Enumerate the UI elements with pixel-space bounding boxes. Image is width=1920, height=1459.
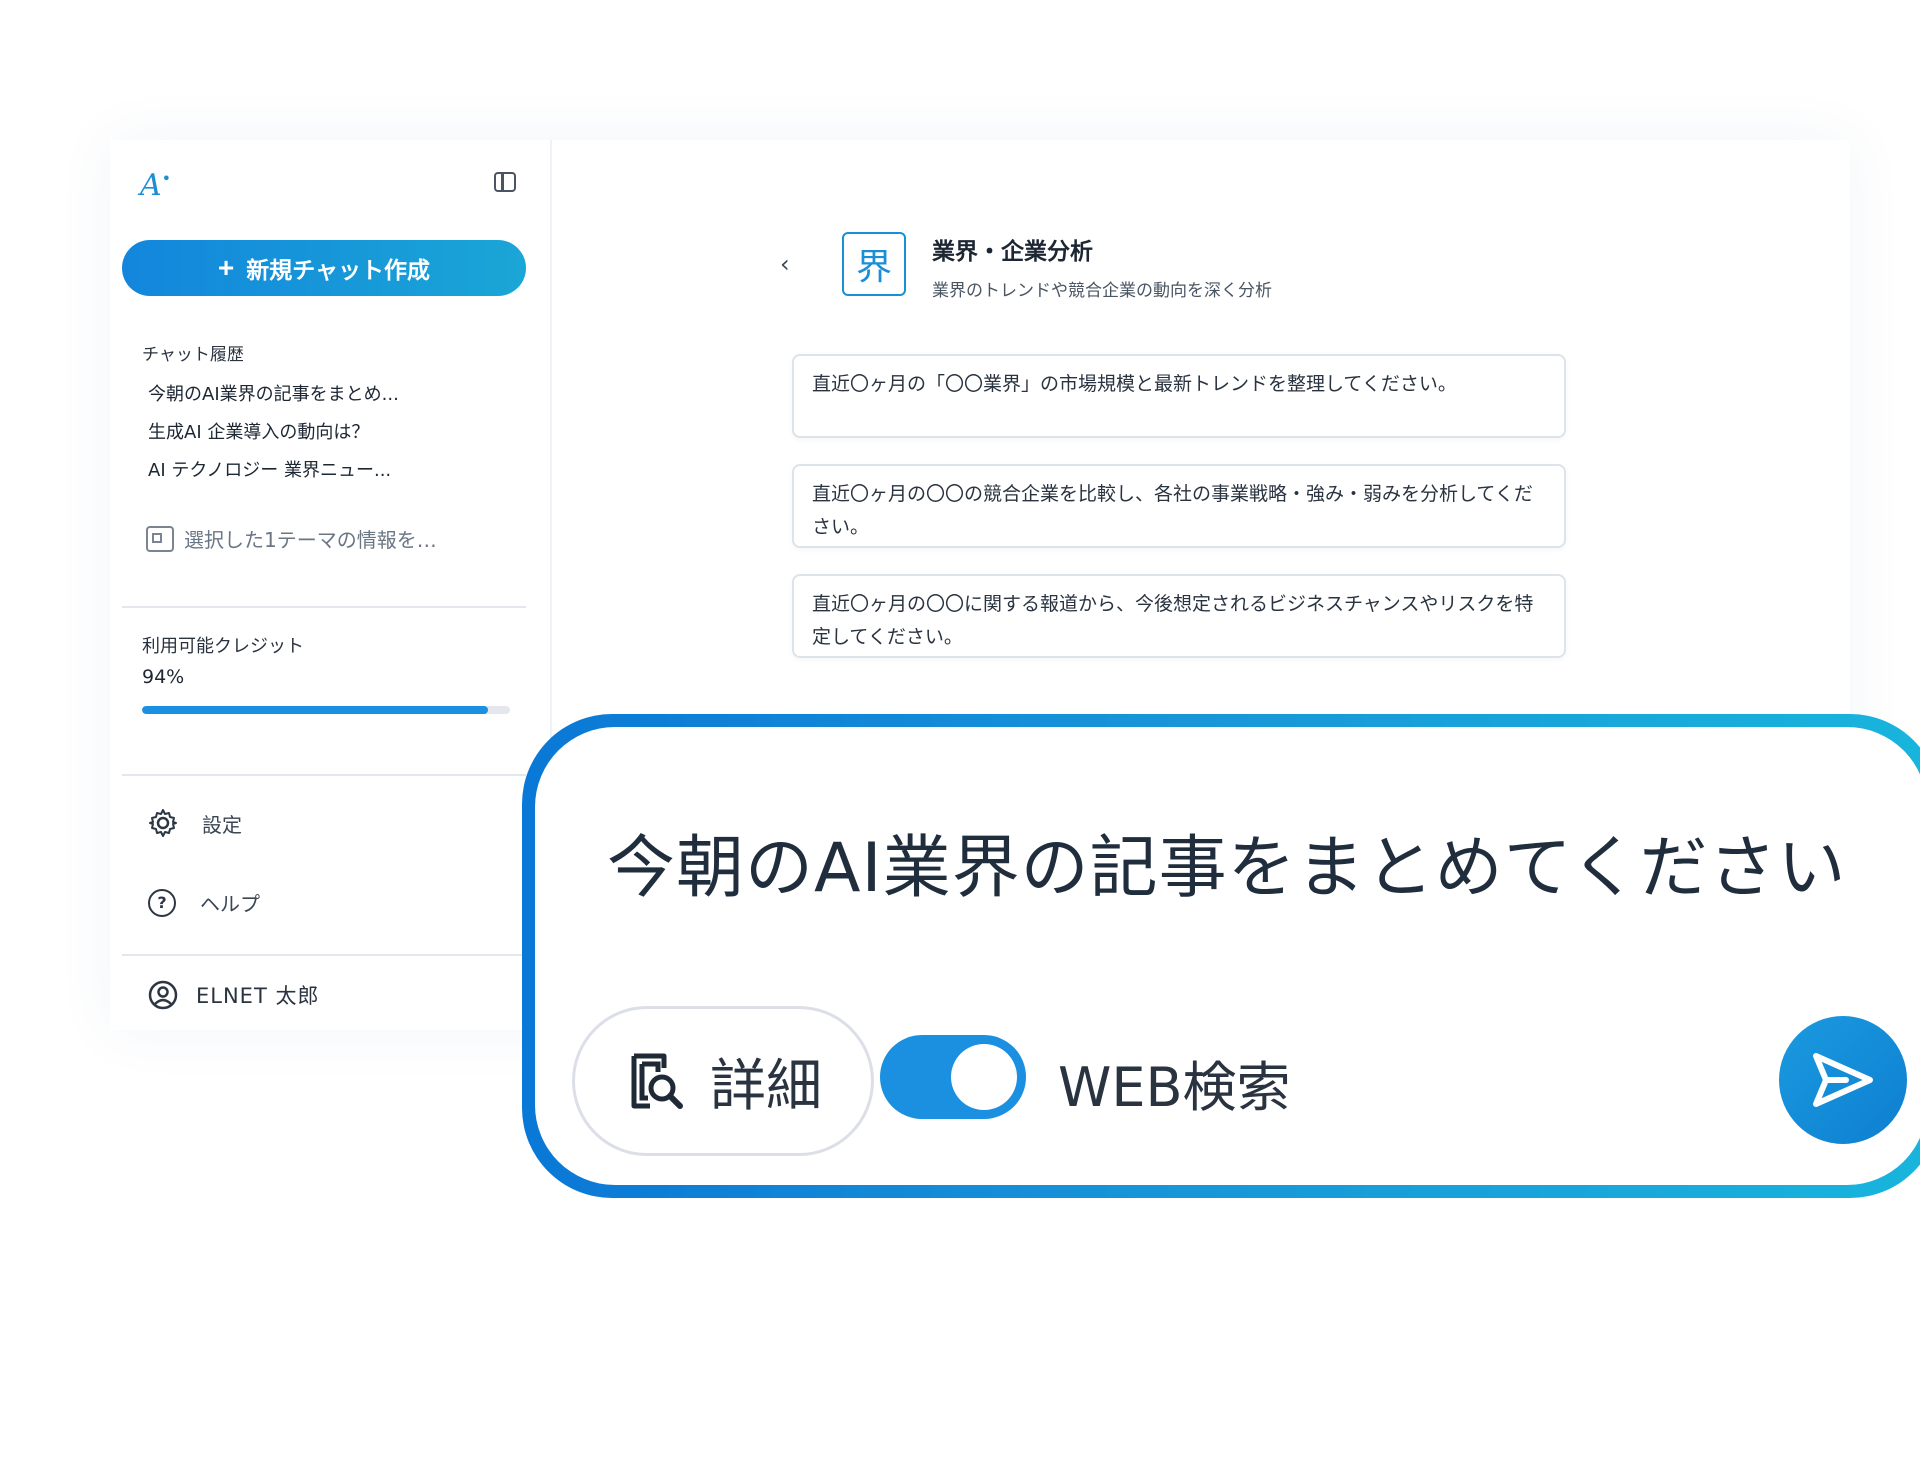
plus-icon: + xyxy=(217,252,235,283)
back-chevron-icon[interactable]: ‹ xyxy=(780,250,790,278)
sidebar-toggle-icon[interactable] xyxy=(494,172,516,192)
detail-label: 詳細 xyxy=(710,1053,822,1119)
history-item[interactable]: 今朝のAI業界の記事をまとめ... xyxy=(148,380,399,406)
settings-label: 設定 xyxy=(202,812,242,837)
user-name: ELNET 太郎 xyxy=(196,984,320,1008)
divider xyxy=(122,606,526,608)
chat-input-box: 今朝のAI業界の記事をまとめてください 詳細 WEB検索 xyxy=(522,714,1920,1198)
report-icon xyxy=(146,525,174,552)
web-search-toggle[interactable] xyxy=(880,1035,1026,1119)
user-avatar-icon xyxy=(148,980,178,1010)
divider xyxy=(122,954,526,956)
document-search-icon xyxy=(631,1053,683,1109)
new-chat-label: 新規チャット作成 xyxy=(246,257,431,283)
settings-menu-item[interactable]: 設定 xyxy=(148,808,242,838)
prompt-suggestion[interactable]: 直近〇ヶ月の〇〇の競合企業を比較し、各社の事業戦略・強み・弱みを分析してください… xyxy=(792,464,1566,548)
gear-icon xyxy=(149,809,177,837)
credit-label: 利用可能クレジット xyxy=(142,636,304,657)
detail-button[interactable]: 詳細 xyxy=(572,1006,874,1156)
category-icon: 界 xyxy=(842,232,906,296)
category-title: 業界・企業分析 xyxy=(932,239,1093,265)
web-search-label: WEB検索 xyxy=(1058,1056,1291,1119)
prompt-suggestion[interactable]: 直近〇ヶ月の〇〇に関する報道から、今後想定されるビジネスチャンスやリスクを特定し… xyxy=(792,574,1566,658)
new-chat-button[interactable]: + 新規チャット作成 xyxy=(122,240,526,296)
history-item[interactable]: 生成AI 企業導入の動向は？ xyxy=(148,418,369,444)
help-menu-item[interactable]: ? ヘルプ xyxy=(148,888,260,917)
theme-item-label: 選択した1テーマの情報を… xyxy=(184,528,437,552)
help-icon: ? xyxy=(148,888,176,917)
chat-input-field[interactable]: 今朝のAI業界の記事をまとめてください xyxy=(607,812,1847,911)
chat-history-title: チャット履歴 xyxy=(142,345,244,365)
history-item[interactable]: AI テクノロジー 業界ニュー... xyxy=(148,456,391,482)
send-arrow-icon xyxy=(1813,1053,1873,1107)
help-label: ヘルプ xyxy=(200,892,260,916)
user-menu[interactable]: ELNET 太郎 xyxy=(148,980,319,1010)
prompt-suggestion[interactable]: 直近〇ヶ月の「〇〇業界」の市場規模と最新トレンドを整理してください。 xyxy=(792,354,1566,438)
category-description: 業界のトレンドや競合企業の動向を深く分析 xyxy=(932,281,1272,301)
theme-item[interactable]: 選択した1テーマの情報を… xyxy=(146,524,437,553)
divider xyxy=(122,774,526,776)
sidebar: A• + 新規チャット作成 チャット履歴 今朝のAI業界の記事をまとめ... 生… xyxy=(110,140,552,1030)
app-logo[interactable]: A• xyxy=(140,168,171,203)
credit-progress-bar xyxy=(142,706,510,714)
credit-value: 94% xyxy=(142,666,185,688)
send-button[interactable] xyxy=(1779,1016,1907,1144)
toggle-knob xyxy=(951,1044,1017,1110)
credit-progress-fill xyxy=(142,706,488,714)
chat-input-inner: 今朝のAI業界の記事をまとめてください 詳細 WEB検索 xyxy=(535,727,1920,1185)
